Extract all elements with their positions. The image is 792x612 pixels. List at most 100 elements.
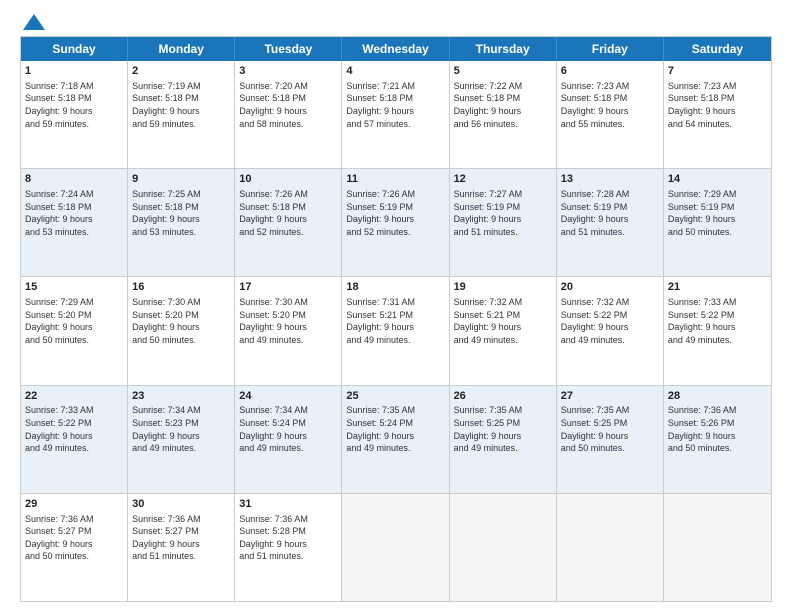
calendar-cell: 11Sunrise: 7:26 AMSunset: 5:19 PMDayligh… bbox=[342, 169, 449, 276]
day-info: Sunrise: 7:33 AMSunset: 5:22 PMDaylight:… bbox=[668, 296, 767, 346]
calendar-row-3: 15Sunrise: 7:29 AMSunset: 5:20 PMDayligh… bbox=[21, 276, 771, 384]
calendar-cell: 19Sunrise: 7:32 AMSunset: 5:21 PMDayligh… bbox=[450, 277, 557, 384]
calendar-cell: 7Sunrise: 7:23 AMSunset: 5:18 PMDaylight… bbox=[664, 61, 771, 168]
weekday-header-tuesday: Tuesday bbox=[235, 37, 342, 61]
day-info: Sunrise: 7:36 AMSunset: 5:26 PMDaylight:… bbox=[668, 404, 767, 454]
day-number: 15 bbox=[25, 280, 123, 295]
day-number: 5 bbox=[454, 64, 552, 79]
day-number: 28 bbox=[668, 389, 767, 404]
day-info: Sunrise: 7:25 AMSunset: 5:18 PMDaylight:… bbox=[132, 188, 230, 238]
day-info: Sunrise: 7:33 AMSunset: 5:22 PMDaylight:… bbox=[25, 404, 123, 454]
day-info: Sunrise: 7:32 AMSunset: 5:22 PMDaylight:… bbox=[561, 296, 659, 346]
day-number: 14 bbox=[668, 172, 767, 187]
day-number: 2 bbox=[132, 64, 230, 79]
day-info: Sunrise: 7:20 AMSunset: 5:18 PMDaylight:… bbox=[239, 80, 337, 130]
day-info: Sunrise: 7:36 AMSunset: 5:28 PMDaylight:… bbox=[239, 513, 337, 563]
day-info: Sunrise: 7:35 AMSunset: 5:25 PMDaylight:… bbox=[454, 404, 552, 454]
calendar-cell: 20Sunrise: 7:32 AMSunset: 5:22 PMDayligh… bbox=[557, 277, 664, 384]
day-number: 26 bbox=[454, 389, 552, 404]
logo bbox=[20, 16, 45, 28]
day-info: Sunrise: 7:21 AMSunset: 5:18 PMDaylight:… bbox=[346, 80, 444, 130]
day-number: 4 bbox=[346, 64, 444, 79]
calendar: SundayMondayTuesdayWednesdayThursdayFrid… bbox=[20, 36, 772, 602]
calendar-cell: 16Sunrise: 7:30 AMSunset: 5:20 PMDayligh… bbox=[128, 277, 235, 384]
day-number: 13 bbox=[561, 172, 659, 187]
weekday-header-thursday: Thursday bbox=[450, 37, 557, 61]
calendar-cell: 24Sunrise: 7:34 AMSunset: 5:24 PMDayligh… bbox=[235, 386, 342, 493]
calendar-cell: 14Sunrise: 7:29 AMSunset: 5:19 PMDayligh… bbox=[664, 169, 771, 276]
calendar-cell: 26Sunrise: 7:35 AMSunset: 5:25 PMDayligh… bbox=[450, 386, 557, 493]
day-info: Sunrise: 7:24 AMSunset: 5:18 PMDaylight:… bbox=[25, 188, 123, 238]
calendar-cell: 25Sunrise: 7:35 AMSunset: 5:24 PMDayligh… bbox=[342, 386, 449, 493]
day-info: Sunrise: 7:32 AMSunset: 5:21 PMDaylight:… bbox=[454, 296, 552, 346]
calendar-row-1: 1Sunrise: 7:18 AMSunset: 5:18 PMDaylight… bbox=[21, 61, 771, 168]
day-number: 9 bbox=[132, 172, 230, 187]
day-number: 21 bbox=[668, 280, 767, 295]
day-info: Sunrise: 7:23 AMSunset: 5:18 PMDaylight:… bbox=[668, 80, 767, 130]
calendar-cell: 12Sunrise: 7:27 AMSunset: 5:19 PMDayligh… bbox=[450, 169, 557, 276]
page: SundayMondayTuesdayWednesdayThursdayFrid… bbox=[0, 0, 792, 612]
day-number: 25 bbox=[346, 389, 444, 404]
calendar-cell: 22Sunrise: 7:33 AMSunset: 5:22 PMDayligh… bbox=[21, 386, 128, 493]
calendar-cell: 13Sunrise: 7:28 AMSunset: 5:19 PMDayligh… bbox=[557, 169, 664, 276]
day-info: Sunrise: 7:35 AMSunset: 5:24 PMDaylight:… bbox=[346, 404, 444, 454]
calendar-cell: 15Sunrise: 7:29 AMSunset: 5:20 PMDayligh… bbox=[21, 277, 128, 384]
weekday-header-saturday: Saturday bbox=[664, 37, 771, 61]
day-info: Sunrise: 7:29 AMSunset: 5:19 PMDaylight:… bbox=[668, 188, 767, 238]
day-info: Sunrise: 7:36 AMSunset: 5:27 PMDaylight:… bbox=[25, 513, 123, 563]
weekday-header-monday: Monday bbox=[128, 37, 235, 61]
day-number: 30 bbox=[132, 497, 230, 512]
calendar-cell: 17Sunrise: 7:30 AMSunset: 5:20 PMDayligh… bbox=[235, 277, 342, 384]
day-number: 23 bbox=[132, 389, 230, 404]
calendar-cell: 6Sunrise: 7:23 AMSunset: 5:18 PMDaylight… bbox=[557, 61, 664, 168]
calendar-cell: 5Sunrise: 7:22 AMSunset: 5:18 PMDaylight… bbox=[450, 61, 557, 168]
day-info: Sunrise: 7:35 AMSunset: 5:25 PMDaylight:… bbox=[561, 404, 659, 454]
day-info: Sunrise: 7:34 AMSunset: 5:23 PMDaylight:… bbox=[132, 404, 230, 454]
calendar-cell: 23Sunrise: 7:34 AMSunset: 5:23 PMDayligh… bbox=[128, 386, 235, 493]
calendar-cell: 1Sunrise: 7:18 AMSunset: 5:18 PMDaylight… bbox=[21, 61, 128, 168]
calendar-header: SundayMondayTuesdayWednesdayThursdayFrid… bbox=[21, 37, 771, 61]
calendar-cell bbox=[557, 494, 664, 601]
day-info: Sunrise: 7:30 AMSunset: 5:20 PMDaylight:… bbox=[239, 296, 337, 346]
day-info: Sunrise: 7:19 AMSunset: 5:18 PMDaylight:… bbox=[132, 80, 230, 130]
day-info: Sunrise: 7:18 AMSunset: 5:18 PMDaylight:… bbox=[25, 80, 123, 130]
header bbox=[20, 16, 772, 28]
day-info: Sunrise: 7:31 AMSunset: 5:21 PMDaylight:… bbox=[346, 296, 444, 346]
day-number: 7 bbox=[668, 64, 767, 79]
calendar-body: 1Sunrise: 7:18 AMSunset: 5:18 PMDaylight… bbox=[21, 61, 771, 601]
calendar-row-4: 22Sunrise: 7:33 AMSunset: 5:22 PMDayligh… bbox=[21, 385, 771, 493]
calendar-cell bbox=[342, 494, 449, 601]
calendar-cell: 9Sunrise: 7:25 AMSunset: 5:18 PMDaylight… bbox=[128, 169, 235, 276]
day-number: 29 bbox=[25, 497, 123, 512]
day-info: Sunrise: 7:29 AMSunset: 5:20 PMDaylight:… bbox=[25, 296, 123, 346]
weekday-header-sunday: Sunday bbox=[21, 37, 128, 61]
day-number: 24 bbox=[239, 389, 337, 404]
day-number: 12 bbox=[454, 172, 552, 187]
day-info: Sunrise: 7:23 AMSunset: 5:18 PMDaylight:… bbox=[561, 80, 659, 130]
day-number: 1 bbox=[25, 64, 123, 79]
day-number: 31 bbox=[239, 497, 337, 512]
calendar-cell: 29Sunrise: 7:36 AMSunset: 5:27 PMDayligh… bbox=[21, 494, 128, 601]
day-info: Sunrise: 7:28 AMSunset: 5:19 PMDaylight:… bbox=[561, 188, 659, 238]
calendar-row-5: 29Sunrise: 7:36 AMSunset: 5:27 PMDayligh… bbox=[21, 493, 771, 601]
calendar-cell: 27Sunrise: 7:35 AMSunset: 5:25 PMDayligh… bbox=[557, 386, 664, 493]
weekday-header-wednesday: Wednesday bbox=[342, 37, 449, 61]
day-number: 6 bbox=[561, 64, 659, 79]
day-number: 19 bbox=[454, 280, 552, 295]
day-info: Sunrise: 7:30 AMSunset: 5:20 PMDaylight:… bbox=[132, 296, 230, 346]
calendar-cell: 3Sunrise: 7:20 AMSunset: 5:18 PMDaylight… bbox=[235, 61, 342, 168]
logo-icon bbox=[23, 14, 45, 30]
day-number: 18 bbox=[346, 280, 444, 295]
calendar-cell bbox=[664, 494, 771, 601]
day-info: Sunrise: 7:27 AMSunset: 5:19 PMDaylight:… bbox=[454, 188, 552, 238]
day-info: Sunrise: 7:26 AMSunset: 5:18 PMDaylight:… bbox=[239, 188, 337, 238]
day-number: 11 bbox=[346, 172, 444, 187]
calendar-cell: 10Sunrise: 7:26 AMSunset: 5:18 PMDayligh… bbox=[235, 169, 342, 276]
calendar-cell: 2Sunrise: 7:19 AMSunset: 5:18 PMDaylight… bbox=[128, 61, 235, 168]
day-info: Sunrise: 7:34 AMSunset: 5:24 PMDaylight:… bbox=[239, 404, 337, 454]
weekday-header-friday: Friday bbox=[557, 37, 664, 61]
day-number: 17 bbox=[239, 280, 337, 295]
calendar-cell bbox=[450, 494, 557, 601]
day-number: 20 bbox=[561, 280, 659, 295]
calendar-cell: 8Sunrise: 7:24 AMSunset: 5:18 PMDaylight… bbox=[21, 169, 128, 276]
